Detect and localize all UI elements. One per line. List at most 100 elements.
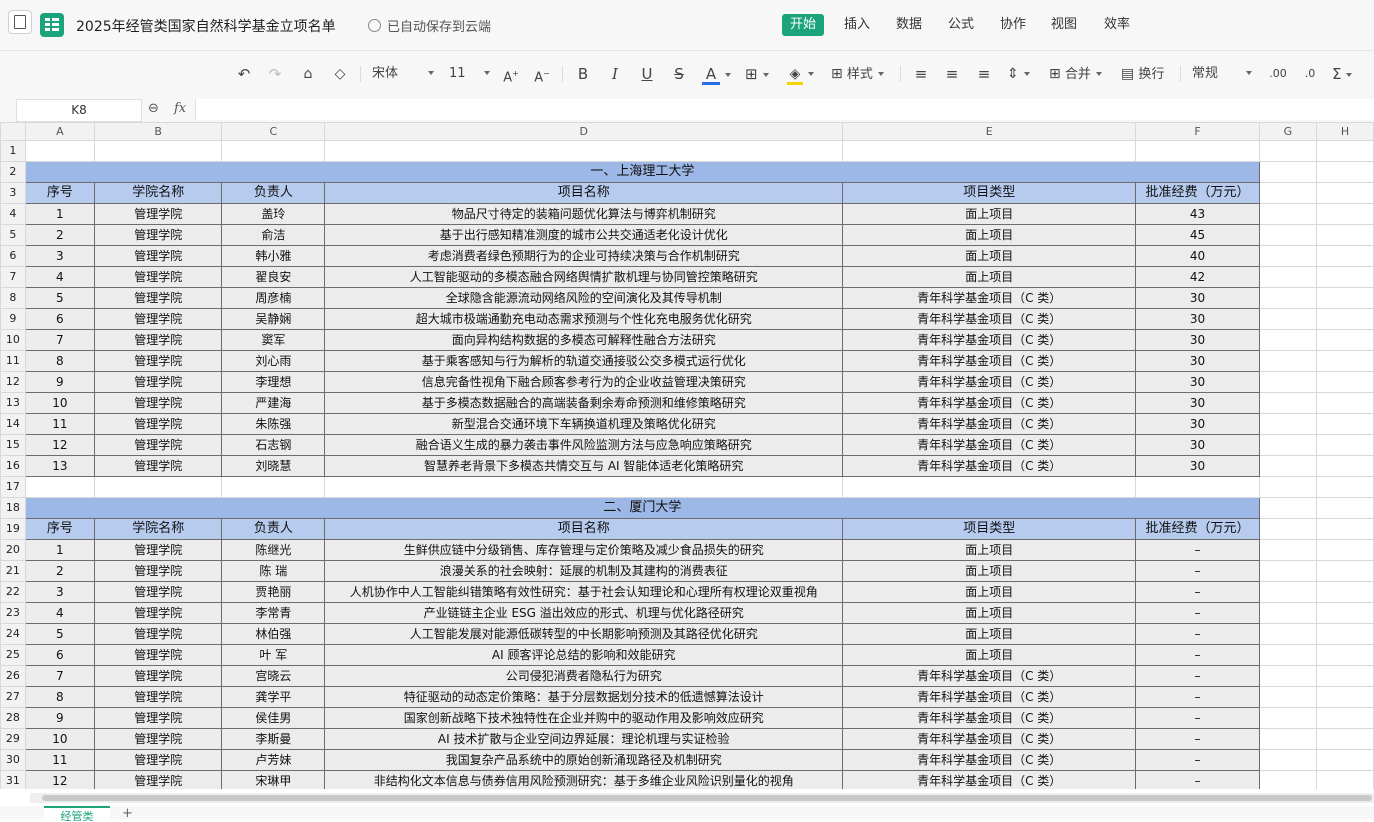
seq-cell[interactable]: 10 bbox=[24, 728, 95, 750]
leader-cell[interactable]: 俞洁 bbox=[221, 224, 326, 246]
funding-cell[interactable]: 30 bbox=[1135, 392, 1260, 414]
align-right-icon[interactable]: ≡ bbox=[975, 64, 993, 84]
leader-cell[interactable]: 宫晓云 bbox=[221, 665, 326, 687]
project-type-cell[interactable]: 面上项目 bbox=[842, 644, 1137, 666]
college-cell[interactable]: 管理学院 bbox=[93, 203, 223, 225]
cell[interactable] bbox=[1315, 224, 1374, 246]
cell[interactable] bbox=[221, 140, 326, 162]
cell[interactable] bbox=[1315, 308, 1374, 330]
add-sheet-icon[interactable]: + bbox=[122, 806, 133, 822]
cell[interactable] bbox=[24, 140, 95, 162]
leader-cell[interactable]: 严建海 bbox=[221, 392, 326, 414]
font-size-select[interactable]: 11 bbox=[449, 64, 490, 84]
leader-cell[interactable]: 吴静娴 bbox=[221, 308, 326, 330]
row-header[interactable]: 3 bbox=[0, 182, 26, 204]
funding-cell[interactable]: 30 bbox=[1135, 413, 1260, 435]
project-name-cell[interactable]: 新型混合交通环境下车辆换道机理及策略优化研究 bbox=[324, 413, 844, 435]
seq-cell[interactable]: 3 bbox=[24, 581, 95, 603]
seq-cell[interactable]: 4 bbox=[24, 266, 95, 288]
formula-input[interactable] bbox=[195, 99, 1374, 120]
column-title[interactable]: 批准经费（万元） bbox=[1135, 518, 1260, 540]
increase-font-icon[interactable]: A+ bbox=[502, 64, 520, 85]
row-header[interactable]: 30 bbox=[0, 749, 26, 771]
decimal-decrease-icon[interactable]: .0 bbox=[1300, 64, 1320, 84]
cell[interactable] bbox=[1258, 161, 1317, 183]
cell[interactable] bbox=[1315, 455, 1374, 477]
project-type-cell[interactable]: 面上项目 bbox=[842, 581, 1137, 603]
row-header[interactable]: 26 bbox=[0, 665, 26, 687]
cell[interactable] bbox=[1315, 287, 1374, 309]
leader-cell[interactable]: 龚学平 bbox=[221, 686, 326, 708]
project-name-cell[interactable]: 智慧养老背景下多模态共情交互与 AI 智能体适老化策略研究 bbox=[324, 455, 844, 477]
cell[interactable] bbox=[1258, 623, 1317, 645]
project-name-cell[interactable]: 基于出行感知精准测度的城市公共交通适老化设计优化 bbox=[324, 224, 844, 246]
cell[interactable] bbox=[1315, 266, 1374, 288]
leader-cell[interactable]: 翟良安 bbox=[221, 266, 326, 288]
column-title[interactable]: 项目类型 bbox=[842, 518, 1137, 540]
row-header[interactable]: 21 bbox=[0, 560, 26, 582]
project-name-cell[interactable]: 全球隐含能源流动网络风险的空间演化及其传导机制 bbox=[324, 287, 844, 309]
funding-cell[interactable]: – bbox=[1135, 770, 1260, 789]
cell[interactable] bbox=[1315, 245, 1374, 267]
cell[interactable] bbox=[1258, 245, 1317, 267]
project-type-cell[interactable]: 面上项目 bbox=[842, 623, 1137, 645]
leader-cell[interactable]: 卢芳妹 bbox=[221, 749, 326, 771]
project-name-cell[interactable]: 人工智能驱动的多模态融合网络舆情扩散机理与协同管控策略研究 bbox=[324, 266, 844, 288]
cell[interactable] bbox=[1315, 140, 1374, 162]
column-title[interactable]: 序号 bbox=[24, 518, 95, 540]
row-header[interactable]: 15 bbox=[0, 434, 26, 456]
project-name-cell[interactable]: 公司侵犯消费者隐私行为研究 bbox=[324, 665, 844, 687]
project-type-cell[interactable]: 青年科学基金项目（C 类） bbox=[842, 371, 1137, 393]
section-title[interactable]: 一、上海理工大学 bbox=[24, 161, 1260, 183]
format-painter-icon[interactable]: ⌂ bbox=[298, 64, 318, 84]
cell[interactable] bbox=[1258, 350, 1317, 372]
cell[interactable] bbox=[1258, 581, 1317, 603]
row-header[interactable]: 25 bbox=[0, 644, 26, 666]
seq-cell[interactable]: 1 bbox=[24, 539, 95, 561]
project-name-cell[interactable]: 超大城市极端通勤充电动态需求预测与个性化充电服务优化研究 bbox=[324, 308, 844, 330]
cell[interactable] bbox=[1258, 266, 1317, 288]
leader-cell[interactable]: 宋琳甲 bbox=[221, 770, 326, 789]
cell[interactable] bbox=[1258, 518, 1317, 540]
row-header[interactable]: 14 bbox=[0, 413, 26, 435]
vertical-align-button[interactable]: ⇕ bbox=[1007, 64, 1037, 84]
row-header[interactable]: 1 bbox=[0, 140, 26, 162]
project-type-cell[interactable]: 青年科学基金项目（C 类） bbox=[842, 749, 1137, 771]
row-header[interactable]: 22 bbox=[0, 581, 26, 603]
college-cell[interactable]: 管理学院 bbox=[93, 560, 223, 582]
funding-cell[interactable]: – bbox=[1135, 623, 1260, 645]
project-type-cell[interactable]: 青年科学基金项目（C 类） bbox=[842, 707, 1137, 729]
italic-icon[interactable]: I bbox=[606, 64, 624, 84]
college-cell[interactable]: 管理学院 bbox=[93, 287, 223, 309]
cell[interactable] bbox=[1315, 539, 1374, 561]
leader-cell[interactable]: 林伯强 bbox=[221, 623, 326, 645]
funding-cell[interactable]: – bbox=[1135, 665, 1260, 687]
project-name-cell[interactable]: 融合语义生成的暴力袭击事件风险监测方法与应急响应策略研究 bbox=[324, 434, 844, 456]
cell[interactable] bbox=[1315, 644, 1374, 666]
college-cell[interactable]: 管理学院 bbox=[93, 539, 223, 561]
project-name-cell[interactable]: 浪漫关系的社会映射：延展的机制及其建构的消费表征 bbox=[324, 560, 844, 582]
funding-cell[interactable]: 30 bbox=[1135, 350, 1260, 372]
cell[interactable] bbox=[1258, 602, 1317, 624]
project-type-cell[interactable]: 青年科学基金项目（C 类） bbox=[842, 434, 1137, 456]
cell[interactable] bbox=[1258, 560, 1317, 582]
row-header[interactable]: 10 bbox=[0, 329, 26, 351]
cell[interactable] bbox=[1258, 686, 1317, 708]
menu-insert[interactable]: 插入 bbox=[836, 14, 878, 36]
project-type-cell[interactable]: 青年科学基金项目（C 类） bbox=[842, 770, 1137, 789]
row-header[interactable]: 5 bbox=[0, 224, 26, 246]
cell[interactable] bbox=[1258, 497, 1317, 519]
column-header-d[interactable]: D bbox=[324, 122, 844, 141]
college-cell[interactable]: 管理学院 bbox=[93, 665, 223, 687]
project-name-cell[interactable]: 考虑消费者绿色预期行为的企业可持续决策与合作机制研究 bbox=[324, 245, 844, 267]
row-header[interactable]: 12 bbox=[0, 371, 26, 393]
column-title[interactable]: 负责人 bbox=[221, 182, 326, 204]
cell[interactable] bbox=[1258, 707, 1317, 729]
underline-icon[interactable]: U bbox=[638, 64, 656, 84]
college-cell[interactable]: 管理学院 bbox=[93, 707, 223, 729]
funding-cell[interactable]: 40 bbox=[1135, 245, 1260, 267]
project-name-cell[interactable]: 人工智能发展对能源低碳转型的中长期影响预测及其路径优化研究 bbox=[324, 623, 844, 645]
column-title[interactable]: 学院名称 bbox=[93, 518, 223, 540]
cell[interactable] bbox=[1315, 770, 1374, 789]
cell[interactable] bbox=[1315, 602, 1374, 624]
